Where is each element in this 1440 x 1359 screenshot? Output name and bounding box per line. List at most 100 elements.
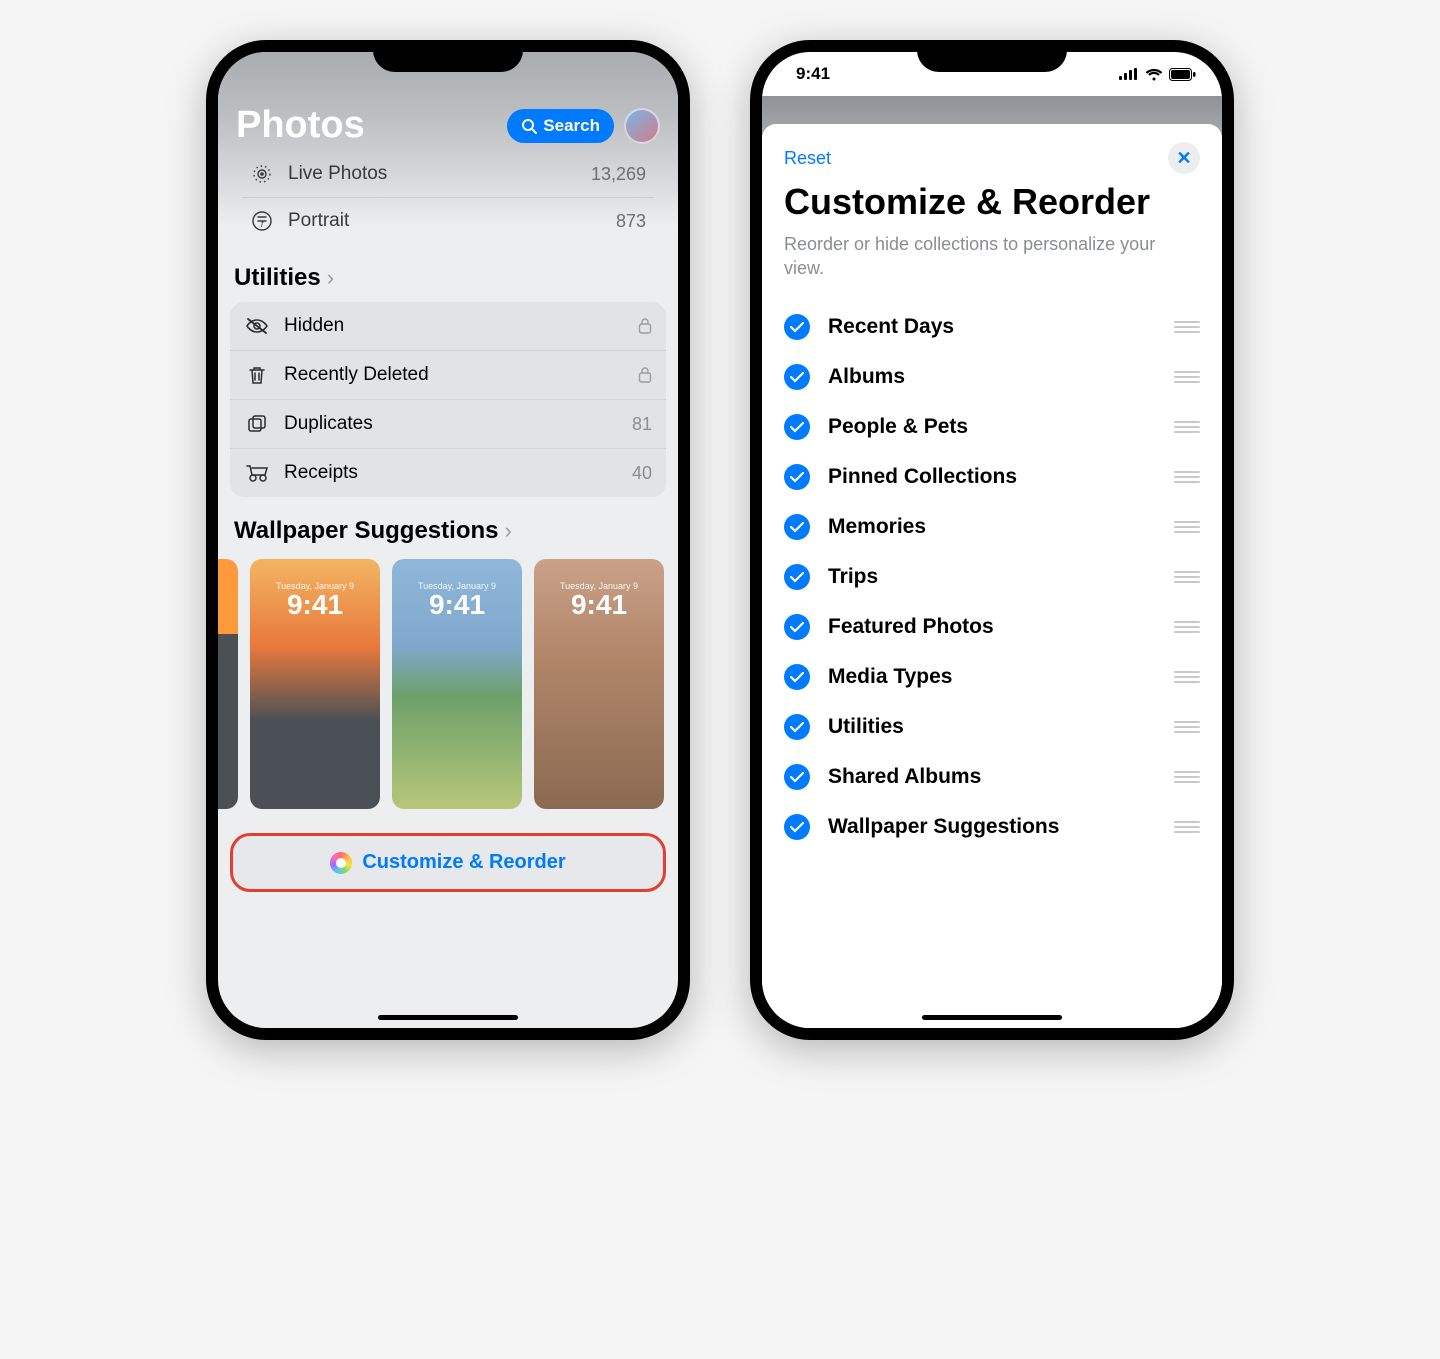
media-type-count: 873 [616, 211, 646, 232]
wallpaper-time: 9:41 [571, 589, 627, 621]
battery-icon [1169, 68, 1196, 81]
checkmark-icon[interactable] [784, 664, 810, 690]
option-row[interactable]: Recent Days [784, 302, 1200, 352]
wallpaper-thumb[interactable] [218, 559, 238, 809]
wallpaper-date: Tuesday, January 9 [276, 581, 354, 591]
checkmark-icon[interactable] [784, 464, 810, 490]
button-label: Customize & Reorder [362, 851, 565, 874]
utility-item-receipts[interactable]: Receipts 40 [230, 448, 666, 497]
chevron-right-icon: › [504, 518, 511, 544]
option-row[interactable]: Albums [784, 352, 1200, 402]
wallpaper-time: 9:41 [429, 589, 485, 621]
option-row[interactable]: Memories [784, 502, 1200, 552]
drag-handle-icon[interactable] [1174, 471, 1200, 483]
media-type-item-live-photos[interactable]: Live Photos 13,269 [242, 151, 654, 197]
option-label: Featured Photos [828, 615, 1156, 639]
option-label: Shared Albums [828, 765, 1156, 789]
search-button[interactable]: Search [507, 109, 614, 143]
wallpaper-date: Tuesday, January 9 [560, 581, 638, 591]
lock-icon [638, 317, 652, 335]
device-frame-left: 9:41 Photos Search [206, 40, 690, 1040]
checkmark-icon[interactable] [784, 414, 810, 440]
checkmark-icon[interactable] [784, 814, 810, 840]
utility-item-hidden[interactable]: Hidden [230, 302, 666, 350]
photos-icon [330, 852, 352, 874]
device-frame-right: 9:41 Reset ✕ Customize & Reorder Reorder… [750, 40, 1234, 1040]
checkmark-icon[interactable] [784, 514, 810, 540]
drag-handle-icon[interactable] [1174, 721, 1200, 733]
drag-handle-icon[interactable] [1174, 421, 1200, 433]
utility-item-duplicates[interactable]: Duplicates 81 [230, 399, 666, 448]
option-label: People & Pets [828, 415, 1156, 439]
eye-slash-icon [244, 316, 270, 336]
close-button[interactable]: ✕ [1168, 142, 1200, 174]
option-row[interactable]: Trips [784, 552, 1200, 602]
drag-handle-icon[interactable] [1174, 521, 1200, 533]
home-indicator[interactable] [378, 1015, 518, 1020]
portrait-icon: f [250, 210, 274, 232]
media-type-item-portrait[interactable]: f Portrait 873 [242, 197, 654, 244]
utility-label: Receipts [284, 462, 618, 484]
drag-handle-icon[interactable] [1174, 671, 1200, 683]
checkmark-icon[interactable] [784, 314, 810, 340]
drag-handle-icon[interactable] [1174, 571, 1200, 583]
section-title-label: Wallpaper Suggestions [234, 517, 498, 545]
checkmark-icon[interactable] [784, 364, 810, 390]
option-label: Recent Days [828, 315, 1156, 339]
wifi-icon [1145, 68, 1163, 81]
wallpaper-thumb[interactable]: Tuesday, January 9 9:41 [250, 559, 380, 809]
option-row[interactable]: Wallpaper Suggestions [784, 802, 1200, 852]
section-title-label: Utilities [234, 264, 321, 292]
media-type-label: Portrait [288, 210, 602, 232]
customize-reorder-button[interactable]: Customize & Reorder [230, 833, 666, 892]
live-photos-icon [250, 163, 274, 185]
search-label: Search [543, 116, 600, 136]
media-type-count: 13,269 [591, 164, 646, 185]
signal-icon [1119, 68, 1139, 80]
checkmark-icon[interactable] [784, 614, 810, 640]
modal-title: Customize & Reorder [784, 182, 1200, 222]
option-row[interactable]: Featured Photos [784, 602, 1200, 652]
home-indicator[interactable] [922, 1015, 1062, 1020]
option-row[interactable]: Utilities [784, 702, 1200, 752]
utilities-card: Hidden Recently Deleted Duplicates 81 [230, 302, 666, 497]
utility-label: Recently Deleted [284, 364, 624, 386]
wallpaper-thumb[interactable]: Tuesday, January 9 9:41 [534, 559, 664, 809]
reset-button[interactable]: Reset [784, 148, 831, 169]
option-label: Trips [828, 565, 1156, 589]
option-row[interactable]: Pinned Collections [784, 452, 1200, 502]
chevron-right-icon: › [327, 265, 334, 291]
option-row[interactable]: Media Types [784, 652, 1200, 702]
wallpaper-date: Tuesday, January 9 [418, 581, 496, 591]
lock-icon [638, 366, 652, 384]
checkmark-icon[interactable] [784, 714, 810, 740]
status-bar: 9:41 [762, 52, 1222, 96]
drag-handle-icon[interactable] [1174, 371, 1200, 383]
option-label: Pinned Collections [828, 465, 1156, 489]
section-utilities[interactable]: Utilities › [230, 244, 666, 302]
media-type-label: Live Photos [288, 163, 577, 185]
drag-handle-icon[interactable] [1174, 771, 1200, 783]
drag-handle-icon[interactable] [1174, 821, 1200, 833]
option-row[interactable]: People & Pets [784, 402, 1200, 452]
checkmark-icon[interactable] [784, 764, 810, 790]
drag-handle-icon[interactable] [1174, 621, 1200, 633]
customize-modal: Reset ✕ Customize & Reorder Reorder or h… [762, 124, 1222, 1028]
utility-label: Duplicates [284, 413, 618, 435]
drag-handle-icon[interactable] [1174, 321, 1200, 333]
utility-label: Hidden [284, 315, 624, 337]
page-title: Photos [236, 104, 365, 147]
avatar[interactable] [624, 108, 660, 144]
wallpaper-carousel[interactable]: Tuesday, January 9 9:41 Tuesday, January… [218, 555, 666, 809]
option-row[interactable]: Shared Albums [784, 752, 1200, 802]
option-label: Memories [828, 515, 1156, 539]
section-wallpaper-suggestions[interactable]: Wallpaper Suggestions › [230, 497, 666, 555]
modal-subtitle: Reorder or hide collections to personali… [784, 232, 1200, 281]
close-icon: ✕ [1176, 148, 1191, 169]
utility-item-recently-deleted[interactable]: Recently Deleted [230, 350, 666, 399]
receipts-icon [244, 463, 270, 483]
checkmark-icon[interactable] [784, 564, 810, 590]
utility-count: 40 [632, 463, 652, 484]
wallpaper-thumb[interactable]: Tuesday, January 9 9:41 [392, 559, 522, 809]
option-label: Albums [828, 365, 1156, 389]
